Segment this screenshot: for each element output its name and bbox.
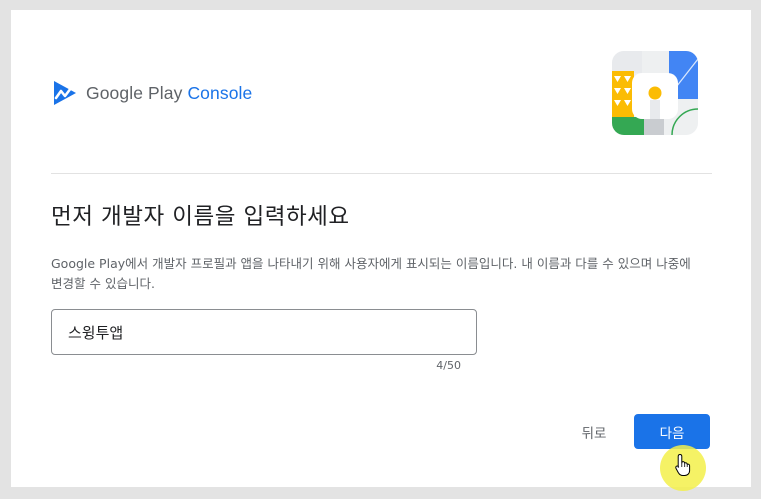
play-console-logo-icon bbox=[54, 81, 76, 105]
next-button[interactable]: 다음 bbox=[634, 414, 710, 449]
play-console-illustration bbox=[612, 51, 698, 135]
brand-name: Google Play Console bbox=[86, 83, 252, 104]
header-divider bbox=[51, 173, 712, 174]
page-title: 먼저 개발자 이름을 입력하세요 bbox=[51, 204, 350, 230]
hand-pointer-icon bbox=[675, 454, 691, 476]
page-description: Google Play에서 개발자 프로필과 앱을 나타내기 위해 사용자에게 … bbox=[51, 256, 691, 291]
brand-name-google-play: Google Play bbox=[86, 82, 183, 103]
setup-card: Google Play Console 먼저 개발자 이름을 입력하세요 Goog… bbox=[11, 10, 751, 487]
brand-header: Google Play Console bbox=[53, 80, 252, 106]
character-counter: 4/50 bbox=[436, 359, 461, 372]
brand-name-console: Console bbox=[187, 82, 253, 103]
developer-name-input[interactable] bbox=[51, 309, 477, 355]
back-button[interactable]: 뒤로 bbox=[569, 415, 619, 449]
